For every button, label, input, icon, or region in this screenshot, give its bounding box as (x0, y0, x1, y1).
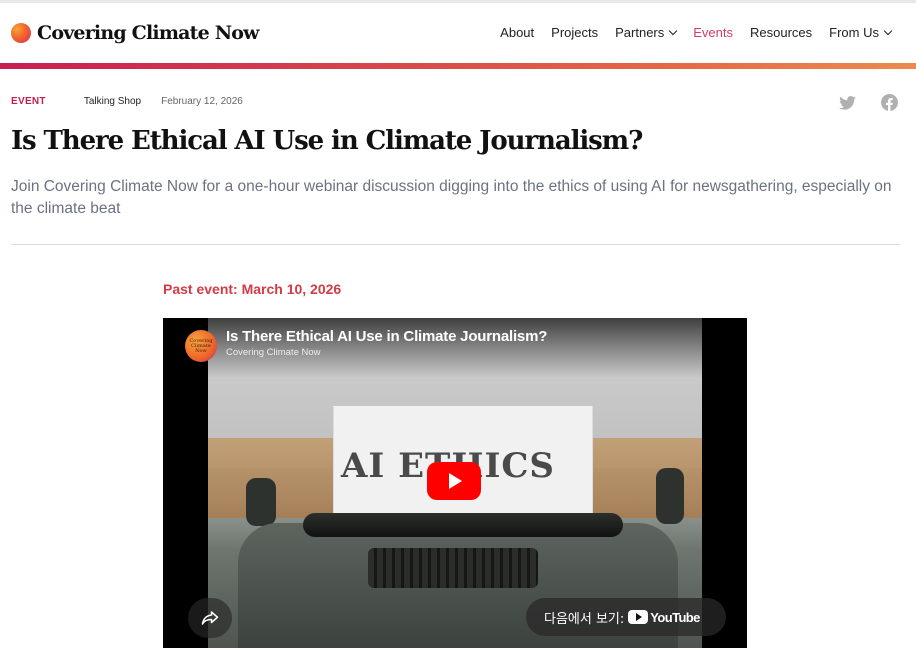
nav-label: Events (693, 25, 734, 40)
typewriter-knob-left (246, 478, 276, 526)
youtube-wordmark: YouTube (650, 609, 700, 625)
nav-item-projects[interactable]: Projects (551, 25, 598, 40)
past-event-date: Past event: March 10, 2026 (163, 281, 342, 297)
share-button[interactable] (188, 598, 232, 638)
play-icon (449, 473, 462, 489)
nav-label: Partners (615, 25, 665, 40)
nav-item-events[interactable]: Events (693, 25, 733, 40)
twitter-icon[interactable] (839, 95, 856, 110)
youtube-logo: YouTube (628, 609, 700, 625)
video-title[interactable]: Is There Ethical AI Use in Climate Journ… (226, 328, 547, 345)
site-header: Covering Climate Now About Projects Part… (0, 3, 916, 64)
nav-item-about[interactable]: About (500, 25, 534, 40)
article-meta: EVENT Talking Shop February 12, 2026 (11, 96, 243, 107)
social-share (839, 94, 898, 111)
header-gradient-bar (0, 63, 916, 69)
main-nav: About Projects Partners Events Resources… (483, 25, 893, 40)
series-label[interactable]: Talking Shop (84, 96, 141, 107)
logo-text: Covering Climate Now (37, 22, 260, 44)
watch-on-youtube-button[interactable]: 다음에서 보기: YouTube (526, 598, 726, 636)
nav-label: Projects (551, 25, 599, 40)
site-logo[interactable]: Covering Climate Now (11, 22, 260, 44)
nav-label: From Us (829, 25, 879, 40)
nav-item-from-us[interactable]: From Us (829, 25, 893, 40)
content-type-label[interactable]: EVENT (11, 96, 46, 107)
share-icon (201, 611, 219, 625)
chevron-down-icon (883, 26, 893, 36)
page-title: Is There Ethical AI Use in Climate Journ… (11, 126, 643, 156)
video-embed[interactable]: AI ETHICS Covering Climate Now Is There … (163, 318, 747, 648)
typewriter-roller (303, 513, 623, 537)
page-subtitle: Join Covering Climate Now for a one-hour… (11, 178, 892, 217)
typewriter-keys (368, 548, 538, 588)
logo-mark-icon (11, 23, 31, 43)
play-button[interactable] (427, 462, 481, 500)
chevron-down-icon (669, 26, 678, 36)
divider (11, 244, 900, 245)
youtube-icon (628, 610, 649, 624)
nav-item-resources[interactable]: Resources (750, 25, 812, 40)
nav-label: Resources (750, 25, 813, 40)
typewriter-knob-right (656, 468, 684, 524)
facebook-icon[interactable] (881, 94, 898, 111)
nav-item-partners[interactable]: Partners (615, 25, 678, 40)
channel-avatar[interactable]: Covering Climate Now (185, 330, 217, 362)
publish-date: February 12, 2026 (161, 96, 243, 107)
video-channel-name[interactable]: Covering Climate Now (226, 347, 321, 358)
watch-on-label: 다음에서 보기: (544, 611, 625, 627)
avatar-text: Covering Climate Now (189, 337, 213, 354)
nav-label: About (500, 25, 535, 40)
